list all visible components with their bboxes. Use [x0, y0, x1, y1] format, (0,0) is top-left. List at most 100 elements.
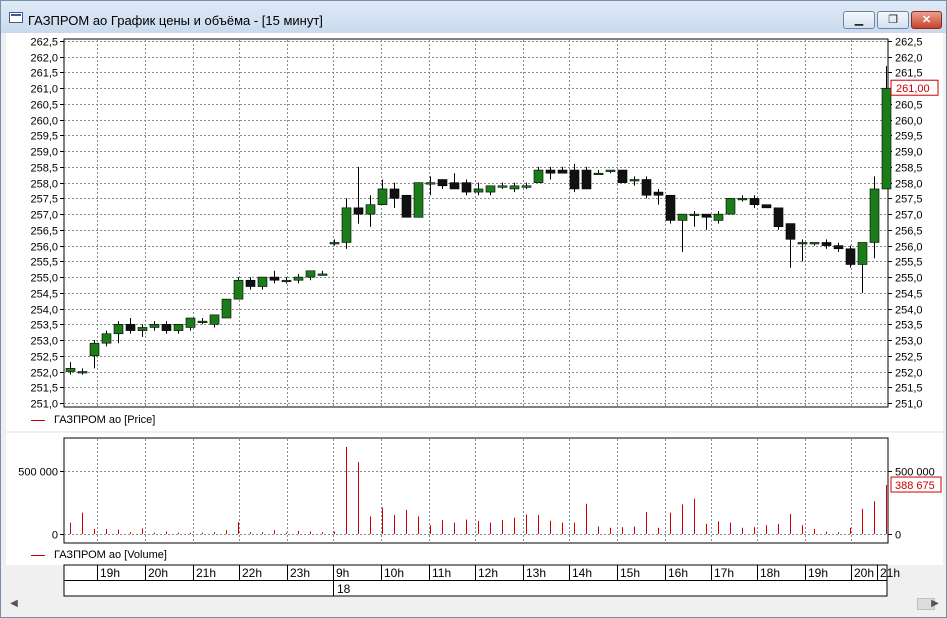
candle-body [77, 371, 88, 374]
time-axis-hour-label: 11h [432, 566, 451, 580]
candle-body [425, 182, 436, 185]
price-plot-area [63, 38, 889, 408]
price-y-tick-label-right: 257,5 [895, 194, 923, 206]
price-y-tick-label-left: 255,5 [30, 257, 58, 269]
candle-body [773, 207, 784, 228]
candle-body [809, 242, 820, 245]
candle-body [581, 169, 592, 190]
candle-body [737, 198, 748, 201]
candle-body [293, 276, 304, 281]
window-title: ГАЗПРОМ ао График цены и объёма - [15 ми… [28, 13, 323, 28]
candle-body [449, 182, 460, 190]
minimize-button[interactable]: ▁ [843, 11, 875, 29]
price-y-tick-label-left: 255,0 [30, 273, 58, 285]
price-y-tick-label-right: 260,5 [895, 100, 923, 112]
app-window: ГАЗПРОМ ао График цены и объёма - [15 ми… [0, 0, 947, 618]
price-y-tick-label-left: 252,0 [30, 368, 58, 380]
price-y-tick-label-right: 262,0 [895, 53, 923, 65]
candle-body [869, 188, 880, 243]
time-axis-hour-label: 16h [668, 566, 688, 580]
price-y-tick-label-left: 261,0 [30, 84, 58, 96]
price-y-tick-label-right: 260,0 [895, 116, 923, 128]
time-axis-hour-label: 19h [100, 566, 120, 580]
candle-body [329, 242, 340, 245]
price-y-tick-label-left: 254,0 [30, 305, 58, 317]
volume-chart[interactable]: 500 000 500 0000 0388 675 [6, 433, 943, 545]
candle-body [677, 213, 688, 221]
price-y-tick-label-right: 261,5 [895, 68, 923, 80]
candle-body [629, 179, 640, 182]
candle-body [485, 185, 496, 193]
title-bar[interactable]: ГАЗПРОМ ао График цены и объёма - [15 ми… [1, 1, 946, 33]
time-axis-hour-label: 22h [242, 566, 262, 580]
candle-body [245, 279, 256, 287]
price-y-tick-label-left: 251,5 [30, 383, 58, 395]
time-axis[interactable]: 19h 20h 21h 22h 23h 9h 10h 11h 12h 13h 14h 15h 16h 17… [1, 564, 947, 598]
candle-body [101, 333, 112, 344]
price-y-tick-label-left: 253,5 [30, 320, 58, 332]
volume-legend-swatch [31, 554, 45, 556]
candle-body [173, 324, 184, 331]
volume-pane[interactable]: 500 000 500 000 0 0 388 675 ГАЗПРОМ ао [Volu… [6, 433, 943, 565]
candle-body [437, 179, 448, 187]
candle-body [185, 317, 196, 328]
candle-body [281, 279, 292, 283]
price-y-tick-label-left: 256,5 [30, 226, 58, 238]
price-y-tick-label-right: 258,0 [895, 179, 923, 191]
candle-body [533, 169, 544, 183]
time-axis-hour-label: 15h [620, 566, 640, 580]
candle-body [617, 169, 628, 183]
price-y-tick-label-right: 253,0 [895, 336, 923, 348]
time-axis-hour-label: 23h [290, 566, 310, 580]
time-axis-hour-label: 18h [760, 566, 780, 580]
scroll-left-icon[interactable]: ◀ [7, 597, 21, 611]
price-y-tick-label-right: 257,0 [895, 210, 923, 222]
candle-body [725, 198, 736, 215]
horizontal-scrollbar[interactable]: ◀ ▶ [7, 597, 942, 611]
price-y-tick-label-left: 260,5 [30, 100, 58, 112]
price-chart[interactable]: 262,5 262,5 262,0 262,0 261,5 261,5 261,0 261,0… [6, 33, 943, 413]
time-axis-hour-label: 20h [854, 566, 874, 580]
price-y-tick-label-left: 258,5 [30, 163, 58, 175]
price-y-tick-label-left: 262,0 [30, 53, 58, 65]
scroll-right-icon[interactable]: ▶ [928, 597, 942, 611]
candle-body [161, 324, 172, 331]
minimize-icon: ▁ [854, 14, 864, 26]
time-axis-hour-label: 17h [714, 566, 734, 580]
price-y-tick-label-right: 256,0 [895, 242, 923, 254]
candle-body [701, 213, 712, 218]
price-y-tick-label-right: 255,0 [895, 273, 923, 285]
price-y-tick-label-right: 259,5 [895, 131, 923, 143]
price-y-tick-label-left: 262,5 [30, 37, 58, 49]
time-axis-hour-label: 19h [808, 566, 828, 580]
candle-body [881, 87, 892, 190]
price-legend: ГАЗПРОМ ао [Price] [31, 414, 155, 426]
restore-button[interactable]: ❐ [877, 11, 909, 29]
candle-body [689, 213, 700, 216]
candle-body [593, 172, 604, 176]
time-axis-hour-label: 21h [196, 566, 216, 580]
candle-body [509, 185, 520, 190]
candle-body [401, 194, 412, 218]
candle-body [353, 207, 364, 215]
candle-body [857, 242, 868, 265]
time-axis-hour-label: 13h [526, 566, 546, 580]
candle-body [65, 368, 76, 372]
close-button[interactable]: ✕ [911, 11, 942, 29]
candle-body [413, 182, 424, 218]
price-y-tick-label-left: 256,0 [30, 242, 58, 254]
candle-body [545, 169, 556, 174]
candle-body [749, 198, 760, 205]
price-y-tick-label-left: 259,0 [30, 147, 58, 159]
price-pane[interactable]: 262,5 262,5 262,0 262,0 261,5 261,5 261,0 261,0… [6, 33, 943, 431]
candle-body [365, 204, 376, 215]
time-axis-hour-label: 12h [478, 566, 498, 580]
price-y-tick-label-right: 252,5 [895, 352, 923, 364]
candle-body [557, 169, 568, 174]
restore-icon: ❐ [888, 14, 898, 26]
price-y-tick-label-right: 259,0 [895, 147, 923, 159]
candle-body [113, 324, 124, 335]
chart-window-icon[interactable] [9, 12, 23, 23]
candle-body [461, 182, 472, 193]
candle-body [845, 248, 856, 265]
